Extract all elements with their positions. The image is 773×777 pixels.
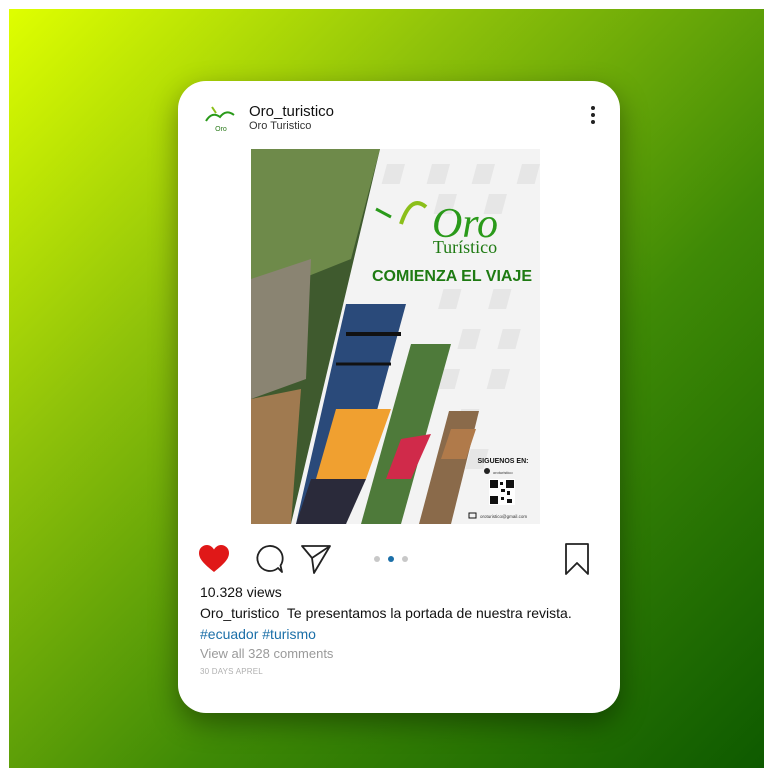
caption-text: Te presentamos la portada de nuestra rev… [286, 605, 572, 621]
qr-code [489, 479, 515, 505]
send-icon[interactable] [300, 543, 332, 575]
view-comments-link[interactable]: View all 328 comments [200, 646, 333, 661]
headline: COMIENZA EL VIAJE [372, 268, 532, 285]
comment-icon[interactable] [254, 544, 284, 574]
profile-avatar[interactable]: Oro [202, 103, 238, 135]
bookmark-icon[interactable] [564, 542, 590, 576]
carousel-indicator [374, 556, 414, 564]
carousel-dot [402, 556, 408, 562]
heart-icon[interactable] [198, 544, 230, 574]
account-subtitle: Oro Turistico [249, 120, 312, 132]
view-count: 10.328 views [200, 584, 282, 600]
follow-label: SIGUENOS EN: [478, 458, 529, 465]
logo-sub: Turístico [433, 237, 497, 257]
username[interactable]: Oro_turistico [249, 103, 334, 120]
caption-username[interactable]: Oro_turistico [200, 605, 279, 621]
carousel-dot-active [388, 556, 394, 562]
email: oroturistico@gmail.com [480, 514, 527, 519]
more-options-icon[interactable] [587, 106, 599, 130]
post-card: Oro Oro_turistico Oro Turistico Oro Turí… [178, 81, 620, 713]
logo-bird [399, 201, 428, 225]
post-date: 30 DAYS APREL [200, 667, 263, 676]
carousel-dot [374, 556, 380, 562]
poster-graphic: Oro Turístico COMIENZA EL VIAJE SIGUENOS… [251, 149, 540, 524]
action-bar [178, 536, 620, 576]
social-handle: oroturistico [493, 470, 513, 475]
avatar-text: Oro [215, 126, 227, 133]
post-caption: Oro_turistico Te presentamos la portada … [200, 605, 572, 621]
post-image[interactable]: Oro Turístico COMIENZA EL VIAJE SIGUENOS… [251, 149, 540, 524]
hashtags[interactable]: #ecuador #turismo [200, 626, 316, 642]
